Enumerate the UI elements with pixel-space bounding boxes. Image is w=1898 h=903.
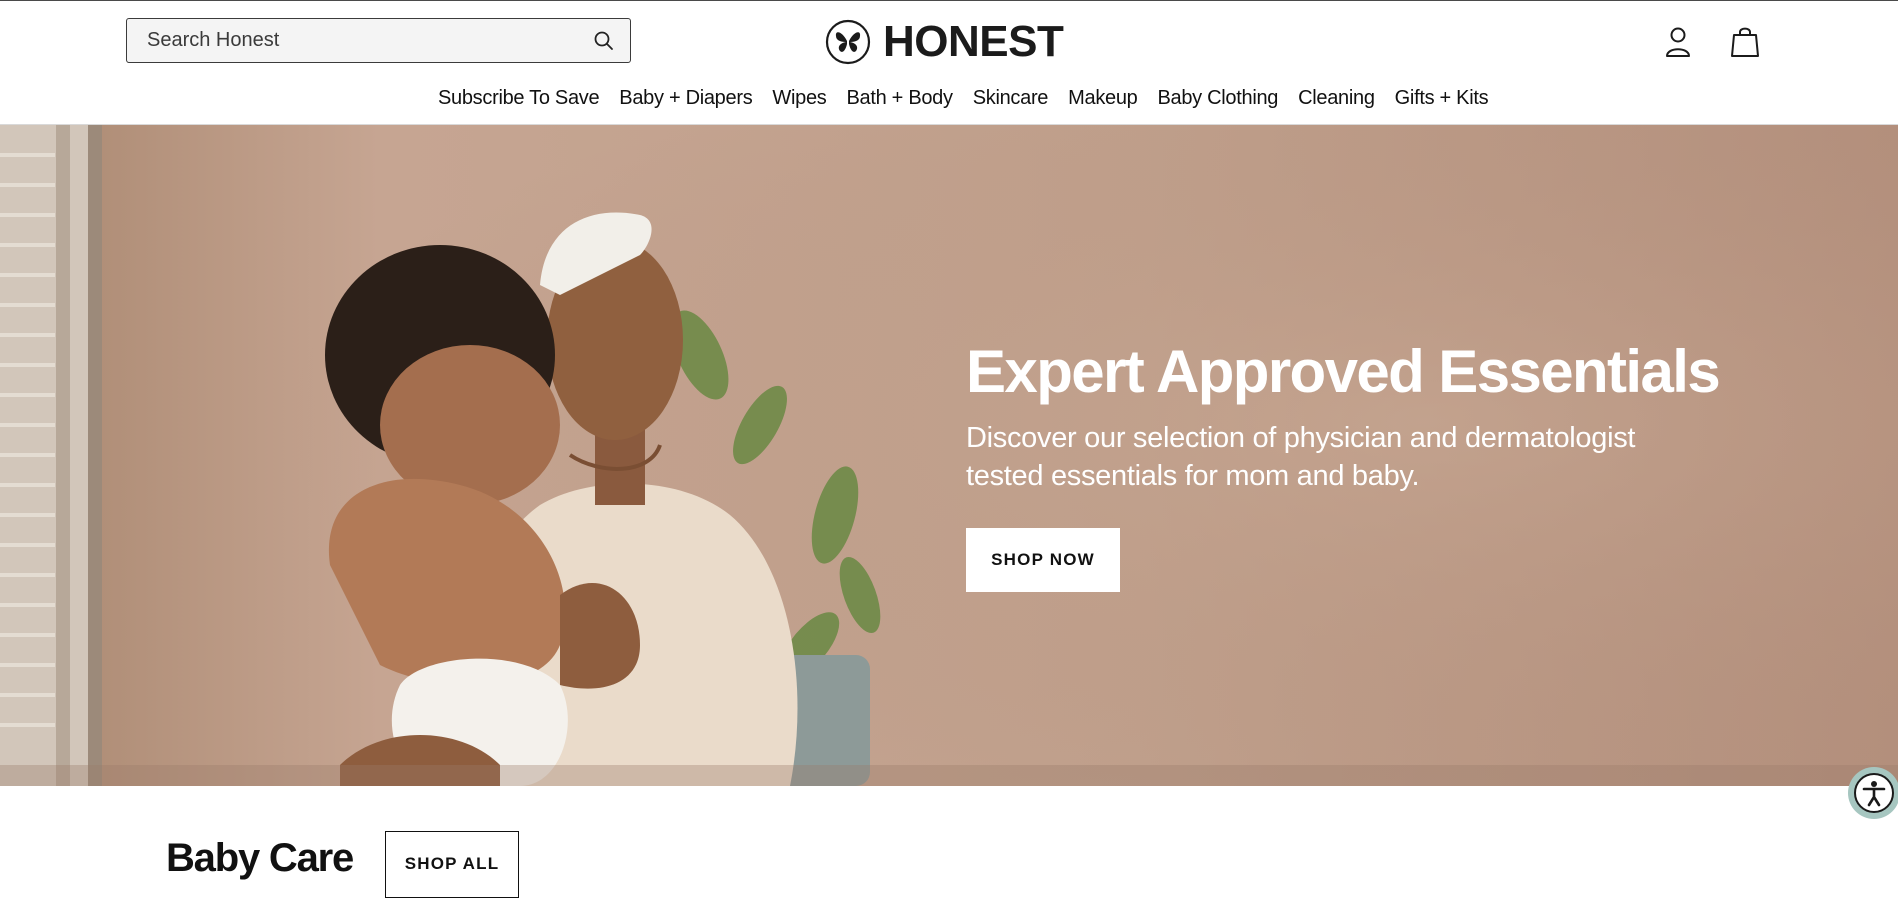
nav-item-subscribe[interactable]: Subscribe To Save <box>438 87 600 110</box>
nav-item-skincare[interactable]: Skincare <box>973 87 1049 110</box>
search-input[interactable] <box>127 19 567 62</box>
shop-all-button[interactable]: SHOP ALL <box>385 831 519 898</box>
hero-title: Expert Approved Essentials <box>966 338 1721 405</box>
hero-subtitle-line-2: tested essentials for mom and baby. <box>966 460 1420 492</box>
accessibility-icon <box>1854 773 1894 813</box>
site-logo[interactable]: HONEST <box>825 17 1064 67</box>
butterfly-logo-icon <box>825 19 871 65</box>
accessibility-button[interactable] <box>1848 767 1898 819</box>
nav-item-baby-diapers[interactable]: Baby + Diapers <box>619 87 752 110</box>
hero-subtitle-line-1: Discover our selection of physician and … <box>966 422 1636 454</box>
main-nav: Subscribe To Save Baby + Diapers Wipes B… <box>438 87 1489 110</box>
nav-item-cleaning[interactable]: Cleaning <box>1298 87 1375 110</box>
hero-subtitle: Discover our selection of physician and … <box>966 419 1726 495</box>
page: HONEST Subscribe To Save Baby + Diapers … <box>0 0 1898 903</box>
search-icon[interactable] <box>592 29 616 53</box>
shopping-bag-icon[interactable] <box>1728 25 1762 59</box>
shop-now-button[interactable]: SHOP NOW <box>966 528 1120 592</box>
nav-item-bath-body[interactable]: Bath + Body <box>846 87 953 110</box>
nav-item-baby-clothing[interactable]: Baby Clothing <box>1158 87 1279 110</box>
section-title: Baby Care <box>166 836 354 880</box>
hero-content: Expert Approved Essentials Discover our … <box>966 340 1726 592</box>
nav-item-wipes[interactable]: Wipes <box>772 87 826 110</box>
user-icon[interactable] <box>1662 25 1694 59</box>
nav-item-gifts-kits[interactable]: Gifts + Kits <box>1395 87 1489 110</box>
nav-item-makeup[interactable]: Makeup <box>1068 87 1138 110</box>
logo-wordmark: HONEST <box>883 17 1064 66</box>
hero-banner: Expert Approved Essentials Discover our … <box>0 125 1898 786</box>
site-header: HONEST Subscribe To Save Baby + Diapers … <box>0 1 1898 125</box>
search-box <box>126 18 631 63</box>
